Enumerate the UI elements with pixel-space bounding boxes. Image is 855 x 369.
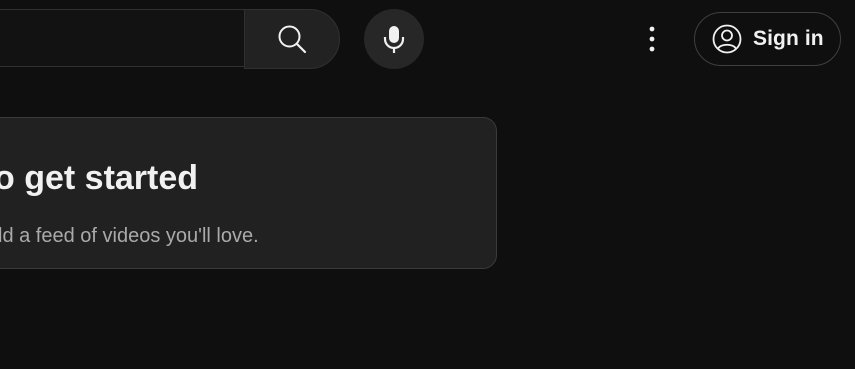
voice-search-button[interactable] bbox=[364, 9, 424, 69]
more-options-button[interactable] bbox=[628, 15, 676, 63]
page: Sign in o get started ld a feed of video… bbox=[0, 0, 855, 369]
search-icon bbox=[277, 24, 307, 54]
prompt-card-subtitle: ld a feed of videos you'll love. bbox=[0, 225, 259, 247]
sign-in-label: Sign in bbox=[753, 27, 824, 50]
sign-in-button[interactable]: Sign in bbox=[694, 12, 841, 66]
prompt-card-title: o get started bbox=[0, 159, 199, 197]
microphone-icon bbox=[382, 24, 406, 54]
account-circle-icon bbox=[711, 23, 743, 55]
search-input[interactable] bbox=[0, 9, 245, 67]
more-vertical-icon bbox=[649, 26, 655, 52]
search-button[interactable] bbox=[244, 9, 340, 69]
